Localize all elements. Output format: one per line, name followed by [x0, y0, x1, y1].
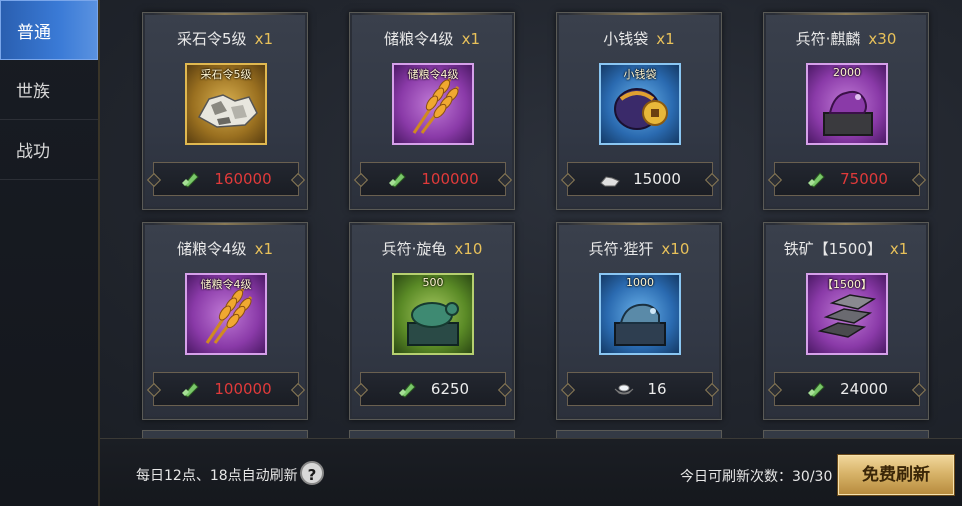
- free-refresh-button[interactable]: 免费刷新: [838, 455, 954, 495]
- jade-token-icon: [806, 379, 828, 399]
- silver-ingot-icon: [613, 379, 635, 399]
- bian-seal-icon[interactable]: 1000: [599, 273, 681, 355]
- tab-normal[interactable]: 普通: [0, 0, 98, 60]
- item-price: 100000: [214, 380, 272, 398]
- price-bar[interactable]: 24000: [774, 372, 920, 406]
- wheat-icon[interactable]: 储粮令4级: [185, 273, 267, 355]
- icon-label: 储粮令4级: [200, 278, 252, 291]
- item-price: 15000: [633, 170, 681, 188]
- price-bar[interactable]: 15000: [567, 162, 713, 196]
- item-title: 兵符·麒麟 x30: [764, 28, 928, 49]
- shop-item-card[interactable]: 兵符·麒麟 x30 2000 75000: [763, 12, 929, 210]
- item-price: 24000: [840, 380, 888, 398]
- price-bar[interactable]: 100000: [153, 372, 299, 406]
- item-title: 储粮令4级 x1: [143, 238, 307, 259]
- item-quantity: x1: [461, 30, 480, 48]
- turtle-seal-icon[interactable]: 500: [392, 273, 474, 355]
- shop-item-card[interactable]: 兵符·狴犴 x10 1000 16: [556, 222, 722, 420]
- price-bar[interactable]: 75000: [774, 162, 920, 196]
- jade-token-icon: [397, 379, 419, 399]
- item-quantity: x30: [868, 30, 897, 48]
- shop-item-card[interactable]: 兵符·旋龟 x10 500 6250: [349, 222, 515, 420]
- help-icon[interactable]: ?: [300, 461, 324, 485]
- shop-item-card-partial: [349, 430, 515, 438]
- jade-token-icon: [806, 169, 828, 189]
- shop-item-card[interactable]: 储粮令4级 x1 储粮令4级 100000: [142, 222, 308, 420]
- tab-merit[interactable]: 战功: [0, 120, 98, 180]
- item-name: 小钱袋: [603, 30, 649, 48]
- item-quantity: x10: [661, 240, 690, 258]
- shop-item-card[interactable]: 小钱袋 x1 小钱袋 15000: [556, 12, 722, 210]
- item-name: 储粮令4级: [384, 30, 454, 48]
- item-quantity: x10: [454, 240, 483, 258]
- item-title: 兵符·狴犴 x10: [557, 238, 721, 259]
- item-price: 160000: [214, 170, 272, 188]
- item-title: 兵符·旋龟 x10: [350, 238, 514, 259]
- coin-pouch-icon[interactable]: 小钱袋: [599, 63, 681, 145]
- item-title: 铁矿【1500】 x1: [764, 238, 928, 259]
- wheat-icon[interactable]: 储粮令4级: [392, 63, 474, 145]
- jade-token-icon: [180, 169, 202, 189]
- shop-item-card[interactable]: 铁矿【1500】 x1 【1500】 24000: [763, 222, 929, 420]
- jade-token-icon: [387, 169, 409, 189]
- item-quantity: x1: [656, 30, 675, 48]
- item-quantity: x1: [254, 240, 273, 258]
- shop-item-card-partial: [763, 430, 929, 438]
- tab-label: 战功: [16, 142, 50, 162]
- shop-item-card-partial: [556, 430, 722, 438]
- item-name: 兵符·狴犴: [588, 240, 654, 258]
- item-name: 兵符·旋龟: [381, 240, 447, 258]
- price-bar[interactable]: 160000: [153, 162, 299, 196]
- shop-grid: 采石令5级 x1 采石令5级 160000 储粮令4级 x1 储粮令4级 100000 小钱袋 x…: [100, 0, 962, 438]
- icon-label: 1000: [626, 276, 654, 289]
- item-name: 兵符·麒麟: [795, 30, 861, 48]
- jade-token-icon: [180, 379, 202, 399]
- icon-label: 储粮令4级: [407, 68, 459, 81]
- stone-ore-icon[interactable]: 采石令5级: [185, 63, 267, 145]
- item-name: 储粮令4级: [177, 240, 247, 258]
- icon-label: 2000: [833, 66, 861, 79]
- price-bar[interactable]: 16: [567, 372, 713, 406]
- shop-item-card[interactable]: 采石令5级 x1 采石令5级 160000: [142, 12, 308, 210]
- refresh-count: 今日可刷新次数：30/30: [680, 469, 833, 485]
- item-quantity: x1: [254, 30, 273, 48]
- shop-footer: 每日12点、18点自动刷新 ? 今日可刷新次数：30/30 免费刷新: [100, 438, 962, 506]
- category-sidebar: 普通 世族 战功: [0, 0, 100, 506]
- item-price: 75000: [840, 170, 888, 188]
- item-price: 16: [647, 380, 667, 398]
- item-title: 小钱袋 x1: [557, 28, 721, 49]
- price-bar[interactable]: 100000: [360, 162, 506, 196]
- shop-item-card-partial: [142, 430, 308, 438]
- icon-label: 采石令5级: [200, 68, 252, 81]
- tab-clan[interactable]: 世族: [0, 60, 98, 120]
- silver-ore-icon: [599, 169, 621, 189]
- item-title: 采石令5级 x1: [143, 28, 307, 49]
- icon-label: 小钱袋: [623, 68, 657, 81]
- auto-refresh-note: 每日12点、18点自动刷新: [136, 468, 298, 484]
- item-name: 铁矿【1500】: [783, 240, 882, 258]
- qilin-seal-icon[interactable]: 2000: [806, 63, 888, 145]
- tab-label: 普通: [17, 22, 51, 43]
- item-price: 6250: [430, 380, 470, 398]
- icon-label: 500: [422, 276, 444, 289]
- iron-ingot-icon[interactable]: 【1500】: [806, 273, 888, 355]
- shop-item-card[interactable]: 储粮令4级 x1 储粮令4级 100000: [349, 12, 515, 210]
- icon-label: 【1500】: [822, 278, 872, 291]
- item-quantity: x1: [889, 240, 909, 258]
- price-bar[interactable]: 6250: [360, 372, 506, 406]
- item-name: 采石令5级: [177, 30, 247, 48]
- tab-label: 世族: [16, 82, 50, 102]
- item-price: 100000: [421, 170, 479, 188]
- item-title: 储粮令4级 x1: [350, 28, 514, 49]
